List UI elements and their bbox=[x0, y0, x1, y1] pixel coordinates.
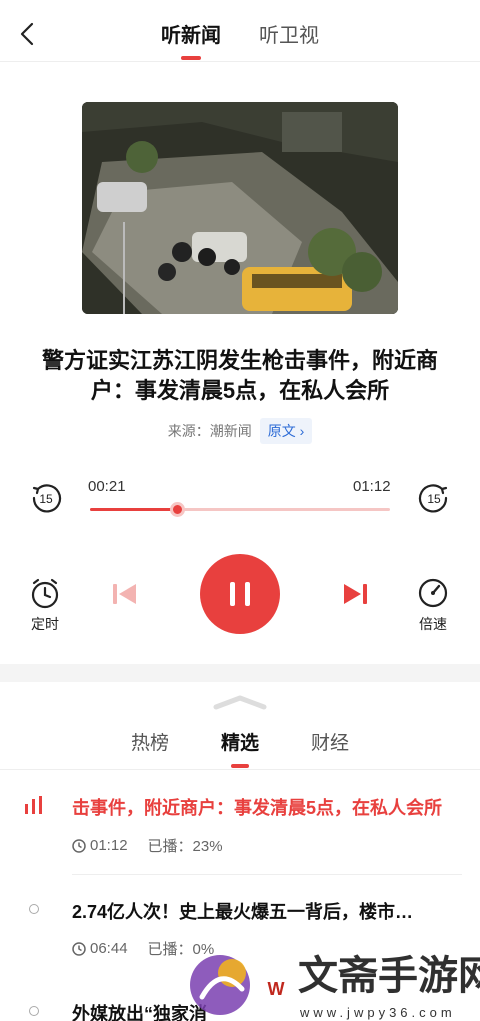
news-title: 警方证实江苏江阴发生枪击事件，附近商户：事发清晨5点，在私人会所 bbox=[41, 348, 438, 403]
chevron-up-icon[interactable] bbox=[212, 694, 268, 710]
top-tabs: 听新闻 听卫视 bbox=[0, 0, 480, 62]
speed-gauge-icon[interactable] bbox=[416, 576, 450, 610]
svg-text:W: W bbox=[268, 979, 285, 999]
source-label: 来源：潮新闻 bbox=[167, 423, 252, 439]
total-time: 01:12 bbox=[353, 478, 391, 495]
duration-text: 01:12 bbox=[90, 837, 128, 854]
pause-button[interactable] bbox=[200, 554, 280, 634]
next-track-icon[interactable] bbox=[342, 582, 368, 606]
pause-icon-bar-left bbox=[230, 582, 235, 606]
news-cover-image bbox=[82, 102, 398, 314]
clock-icon bbox=[72, 941, 86, 956]
pause-icon-bar-right bbox=[245, 582, 250, 606]
playlist-tabs: 热榜 精选 财经 bbox=[0, 728, 480, 770]
current-time: 00:21 bbox=[88, 478, 126, 495]
rewind-15-icon[interactable]: 15 bbox=[28, 480, 64, 516]
tab-hot[interactable]: 热榜 bbox=[131, 728, 169, 769]
unplayed-dot-icon bbox=[29, 904, 39, 914]
forward-seconds-label: 15 bbox=[427, 492, 441, 506]
top-bar: 听新闻 听卫视 bbox=[0, 0, 480, 62]
timer-icon[interactable] bbox=[28, 576, 62, 610]
previous-track-icon[interactable] bbox=[112, 582, 138, 606]
progress-thumb[interactable] bbox=[170, 502, 185, 517]
now-playing-icon bbox=[25, 796, 42, 814]
unplayed-dot-icon bbox=[29, 1006, 39, 1016]
tab-finance[interactable]: 财经 bbox=[311, 728, 349, 769]
section-divider bbox=[0, 664, 480, 682]
watermark-url: www.jwpy36.com bbox=[299, 1005, 456, 1020]
tab-listen-tv[interactable]: 听卫视 bbox=[259, 0, 319, 62]
progress-fill bbox=[90, 508, 177, 511]
progress-track[interactable] bbox=[90, 502, 390, 517]
original-article-button[interactable]: 原文 › bbox=[259, 418, 313, 444]
list-item-title: 2.74亿人次！史上最火爆五一背后，楼市… bbox=[72, 902, 414, 922]
source-row: 来源：潮新闻 原文 › bbox=[0, 418, 480, 444]
played-percent: 已播：23% bbox=[147, 838, 223, 855]
divider bbox=[72, 874, 462, 875]
watermark-logo: W 文斋手游网 www.jwpy36.com bbox=[180, 945, 480, 1021]
list-item-title: 击事件，附近商户：事发清晨5点，在私人会所 bbox=[72, 798, 443, 818]
tab-featured[interactable]: 精选 bbox=[221, 728, 259, 769]
duration-text: 06:44 bbox=[90, 940, 128, 957]
forward-15-icon[interactable]: 15 bbox=[416, 480, 452, 516]
clock-icon bbox=[72, 838, 86, 853]
speed-label[interactable]: 倍速 bbox=[408, 614, 458, 634]
watermark-text: 文斋手游网 bbox=[298, 953, 480, 999]
timer-label[interactable]: 定时 bbox=[20, 614, 70, 634]
duration: 01:12 bbox=[72, 837, 128, 854]
tab-listen-news[interactable]: 听新闻 bbox=[161, 0, 221, 62]
rewind-seconds-label: 15 bbox=[39, 492, 53, 506]
list-item[interactable]: 击事件，附近商户：事发清晨5点，在私人会所 01:12 已播：23% bbox=[0, 790, 480, 870]
duration: 06:44 bbox=[72, 940, 128, 957]
list-item-meta: 01:12 已播：23% bbox=[72, 835, 223, 856]
